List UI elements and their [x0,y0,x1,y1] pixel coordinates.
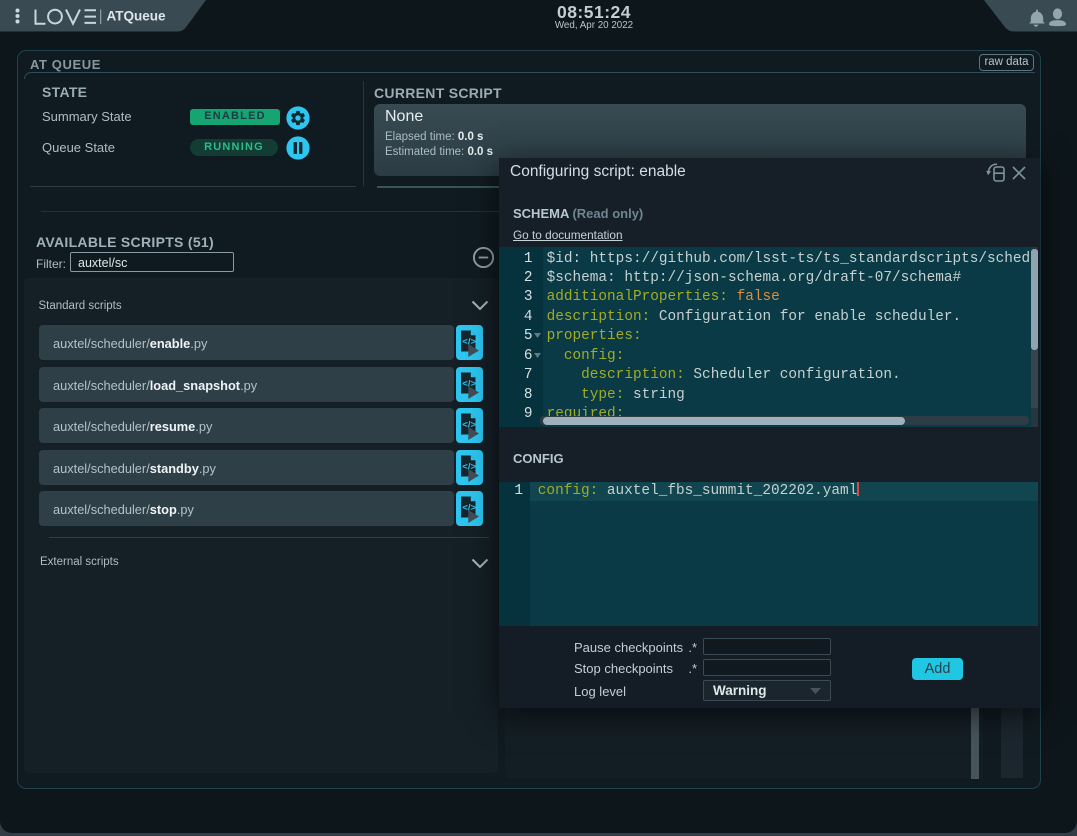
svg-text:ATQueue: ATQueue [107,9,166,24]
